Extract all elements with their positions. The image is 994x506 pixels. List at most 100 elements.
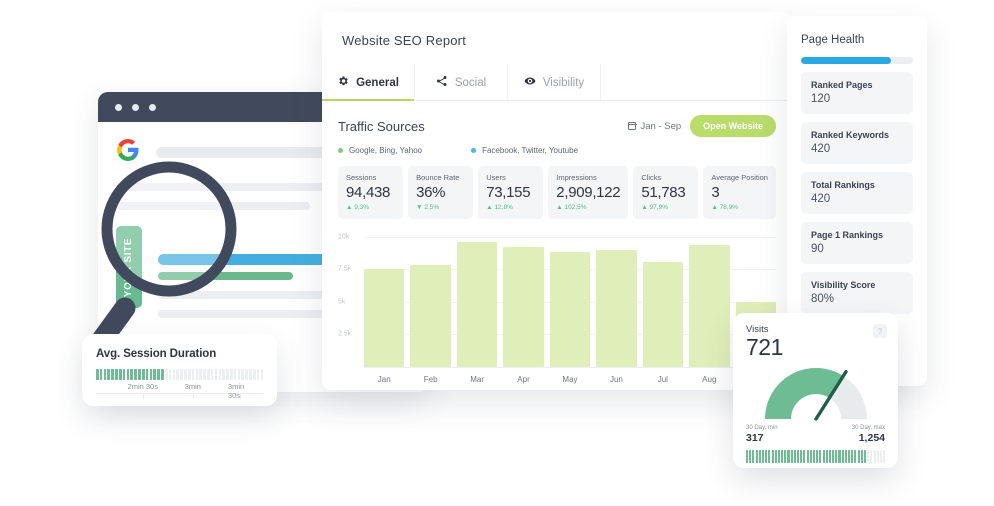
legend-item-social: Facebook, Twitter, Youtube bbox=[471, 146, 578, 155]
calendar-icon bbox=[628, 122, 637, 130]
chart-bar-wrap bbox=[642, 229, 684, 367]
meter-tick bbox=[883, 450, 886, 464]
chart-bar[interactable] bbox=[689, 244, 730, 367]
panel-actions: Jan - Sep Open Website bbox=[628, 115, 776, 137]
chart-y-tick: 7.5k bbox=[338, 265, 352, 273]
page-health-item-label: Ranked Keywords bbox=[811, 130, 890, 140]
page-health-item-value: 90 bbox=[811, 243, 824, 255]
stat-card-average-position: Average Position 3 ▲ 78,9% bbox=[703, 166, 776, 219]
page-health-item-value: 80% bbox=[811, 293, 835, 305]
stat-delta: ▲ 78,9% bbox=[711, 204, 739, 211]
meter-tick bbox=[761, 450, 765, 464]
ruler-label: 3min bbox=[184, 382, 201, 391]
result-skeleton-line bbox=[116, 202, 311, 210]
session-ruler: 2min 30s 3min 3min 30s bbox=[96, 382, 263, 400]
result-skeleton-line bbox=[158, 310, 329, 318]
meter-tick bbox=[184, 369, 187, 380]
date-range-label: Jan - Sep bbox=[640, 120, 682, 132]
meter-tick bbox=[758, 450, 761, 464]
window-dot-close bbox=[115, 103, 122, 111]
result-url-highlight bbox=[158, 272, 294, 280]
chart-y-tick: 10k bbox=[338, 233, 350, 241]
question-mark-icon[interactable]: ? bbox=[873, 324, 887, 338]
open-website-button[interactable]: Open Website bbox=[690, 115, 776, 137]
page-health-item-label: Page 1 Rankings bbox=[811, 230, 884, 240]
meter-tick bbox=[879, 450, 882, 464]
page-health-item[interactable]: Visibility Score 80% bbox=[801, 272, 913, 314]
tab-general-label: General bbox=[356, 76, 399, 89]
chart-y-tick: 2.5k bbox=[338, 330, 352, 338]
chart-x-tick: Jul bbox=[657, 375, 668, 384]
stat-value: 73,155 bbox=[486, 184, 531, 201]
meter-tick bbox=[774, 450, 777, 464]
meter-tick bbox=[873, 450, 876, 464]
meter-tick bbox=[752, 450, 755, 464]
meter-tick bbox=[176, 369, 180, 380]
meter-tick bbox=[161, 369, 164, 380]
seo-report-card: Website SEO Report General Social Visibi… bbox=[322, 12, 792, 390]
gauge-min-max: 30 Day, min 317 30 Day, max 1,254 bbox=[746, 425, 885, 444]
meter-tick bbox=[809, 450, 812, 464]
chart-x-tick: Apr bbox=[517, 375, 530, 384]
chart-bar[interactable] bbox=[364, 269, 405, 367]
meter-tick bbox=[180, 369, 183, 380]
chart-bar[interactable] bbox=[456, 242, 498, 367]
share-nodes-icon bbox=[436, 75, 448, 90]
meter-tick bbox=[828, 450, 831, 464]
tab-social[interactable]: Social bbox=[415, 64, 508, 100]
meter-tick bbox=[103, 369, 107, 380]
chart-bar[interactable] bbox=[410, 265, 451, 367]
gauge-min-label: 30 Day, min bbox=[746, 425, 778, 432]
tab-general[interactable]: General bbox=[322, 64, 415, 101]
meter-tick bbox=[860, 450, 863, 464]
legend-label-search: Google, Bing, Yahoo bbox=[349, 146, 423, 155]
meter-tick bbox=[207, 369, 210, 380]
page-health-item[interactable]: Page 1 Rankings 90 bbox=[801, 222, 913, 264]
meter-tick bbox=[835, 450, 838, 464]
page-health-item[interactable]: Total Rankings 420 bbox=[801, 172, 913, 214]
chart-x-tick: May bbox=[562, 375, 578, 384]
gauge-max-label: 30 Day, max bbox=[851, 425, 885, 432]
meter-tick bbox=[816, 450, 819, 464]
meter-tick bbox=[241, 369, 245, 380]
meter-tick bbox=[867, 450, 870, 464]
chart-x-tick: Jan bbox=[377, 375, 391, 384]
legend-dot-blue bbox=[471, 148, 477, 153]
page-health-item-value: 420 bbox=[811, 193, 831, 205]
traffic-sources-panel: Traffic Sources Jan - Sep Open Website G… bbox=[322, 101, 792, 389]
chart-bar-wrap bbox=[503, 229, 544, 367]
chart-x-axis: JanFebMarAprMayJunJulAugSep bbox=[364, 367, 776, 389]
meter-tick bbox=[164, 369, 168, 380]
stat-label: Sessions bbox=[346, 173, 377, 182]
gauge-max: 30 Day, max 1,254 bbox=[852, 425, 885, 444]
panel-header: Traffic Sources Jan - Sep Open Website bbox=[338, 115, 776, 137]
stat-value: 2,909,122 bbox=[556, 184, 621, 201]
meter-tick bbox=[848, 450, 851, 464]
chart-bar[interactable] bbox=[596, 249, 637, 367]
meter-tick bbox=[203, 369, 206, 380]
meter-tick bbox=[870, 450, 873, 464]
chart-bar[interactable] bbox=[642, 261, 684, 367]
ruler-label: 2min 30s bbox=[127, 382, 158, 391]
meter-tick bbox=[187, 369, 191, 380]
meter-tick bbox=[844, 450, 847, 464]
date-range-selector[interactable]: Jan - Sep bbox=[628, 121, 681, 132]
your-site-label: YOUR SITE bbox=[123, 237, 135, 297]
meter-tick bbox=[746, 450, 749, 464]
page-health-item[interactable]: Ranked Keywords 420 bbox=[801, 122, 913, 164]
stat-label: Clicks bbox=[641, 173, 662, 182]
meter-tick bbox=[99, 369, 103, 380]
avg-session-duration-card: Avg. Session Duration 2min 30s 3min 3min 3… bbox=[82, 334, 277, 406]
stat-label: Bounce Rate bbox=[416, 173, 460, 182]
meter-tick bbox=[749, 450, 752, 464]
meter-tick bbox=[122, 369, 126, 380]
chart-bar[interactable] bbox=[503, 247, 544, 367]
window-dot-maximize bbox=[149, 103, 156, 111]
meter-tick bbox=[145, 369, 149, 380]
tab-visibility[interactable]: Visibility bbox=[508, 64, 601, 100]
chart-bar[interactable] bbox=[549, 252, 591, 367]
meter-tick bbox=[260, 369, 264, 380]
page-health-item[interactable]: Ranked Pages 120 bbox=[801, 72, 913, 114]
meter-tick bbox=[825, 450, 828, 464]
stat-value: 36% bbox=[416, 184, 446, 201]
